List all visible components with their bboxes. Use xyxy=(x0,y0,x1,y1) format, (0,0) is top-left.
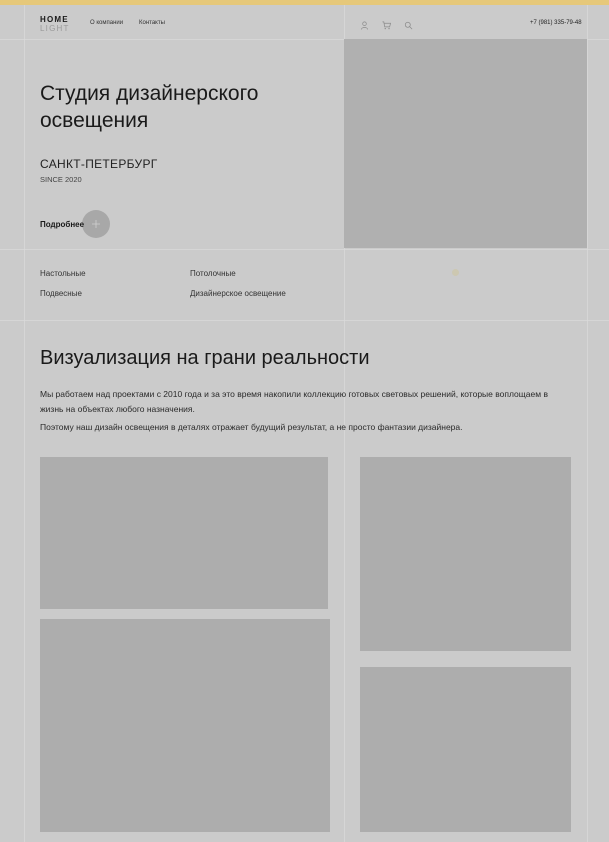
more-button[interactable]: Подробнее xyxy=(40,210,110,238)
decorative-dot xyxy=(452,269,459,276)
plus-circle xyxy=(82,210,110,238)
category-table-lamps[interactable]: Настольные xyxy=(40,269,86,278)
section-paragraph-1: Мы работаем над проектами с 2010 года и … xyxy=(40,389,548,414)
guide-line xyxy=(0,320,609,321)
section-title: Визуализация на грани реальности xyxy=(40,347,370,369)
guide-line xyxy=(24,5,25,842)
nav-about[interactable]: О компании xyxy=(90,20,123,26)
user-icon[interactable] xyxy=(360,17,369,35)
gallery-image-placeholder xyxy=(360,457,571,651)
nav-contacts[interactable]: Контакты xyxy=(139,20,165,26)
header-icons xyxy=(360,17,413,35)
logo[interactable]: HOME LIGHT xyxy=(40,15,70,33)
gallery-image-placeholder xyxy=(360,667,571,832)
section-paragraph-2: Поэтому наш дизайн освещения в деталях о… xyxy=(40,422,463,432)
hero-image-placeholder xyxy=(344,39,587,248)
category-designer-lighting[interactable]: Дизайнерское освещение xyxy=(190,289,286,298)
gallery-image-placeholder xyxy=(40,457,328,609)
logo-line-1: HOME xyxy=(40,15,69,24)
hero-since: SINCE 2020 xyxy=(40,175,82,184)
site-header: HOME LIGHT О компании Контакты +7 (981) … xyxy=(0,5,609,39)
more-button-label: Подробнее xyxy=(40,219,85,229)
category-pendant[interactable]: Подвесные xyxy=(40,289,82,298)
guide-line xyxy=(587,5,588,842)
hero-city: САНКТ-ПЕТЕРБУРГ xyxy=(40,157,158,171)
gallery-image-placeholder xyxy=(40,619,330,832)
logo-line-2: LIGHT xyxy=(40,24,70,33)
hero-title: Студия дизайнерского освещения xyxy=(40,82,259,132)
guide-line xyxy=(0,249,609,250)
search-icon[interactable] xyxy=(404,17,413,35)
category-ceiling[interactable]: Потолочные xyxy=(190,269,236,278)
cart-icon[interactable] xyxy=(382,17,392,35)
phone-number[interactable]: +7 (981) 335-79-48 xyxy=(530,20,582,26)
